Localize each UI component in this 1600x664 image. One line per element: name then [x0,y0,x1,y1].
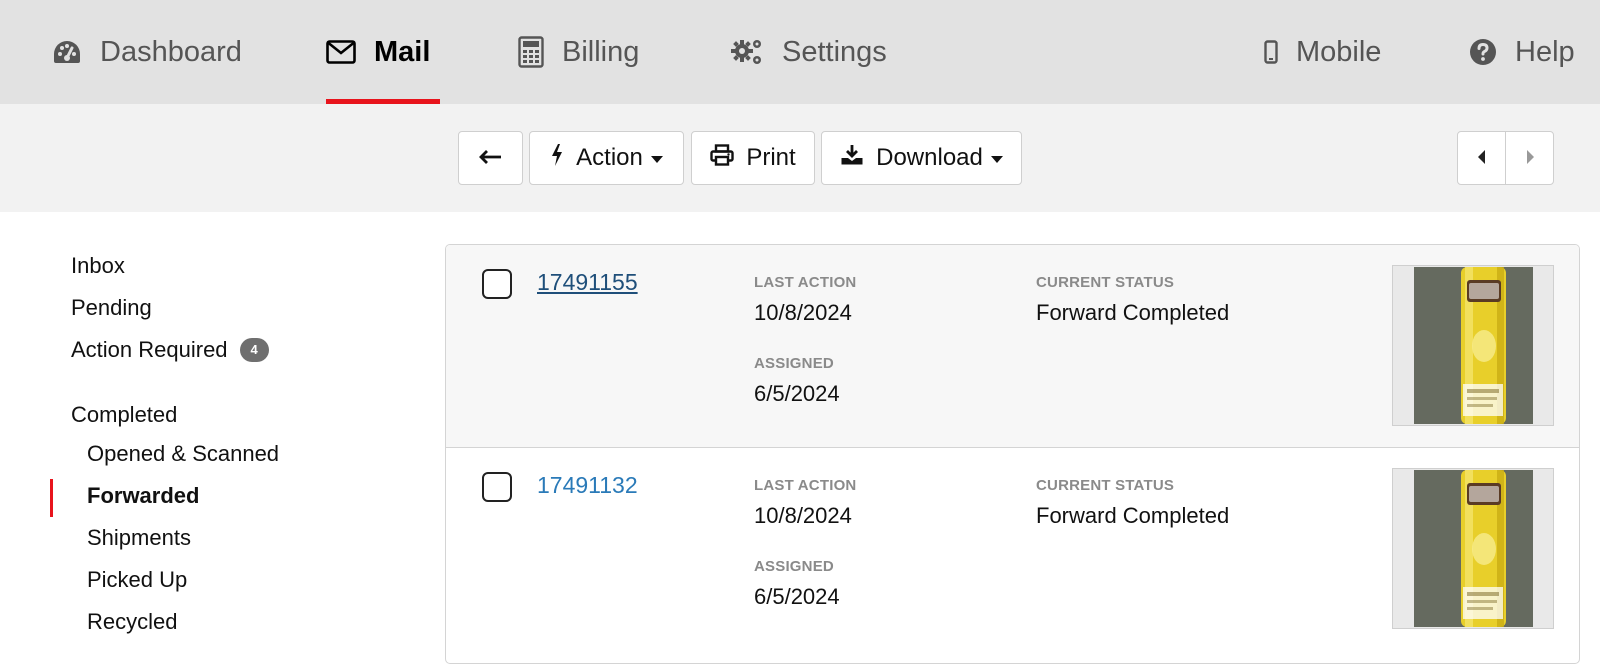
action-button-label: Action [576,144,643,171]
current-status-label: CURRENT STATUS [1036,477,1175,494]
previous-page-button[interactable] [1457,131,1506,185]
assigned-label: ASSIGNED [754,558,834,575]
sidebar-item-shipments[interactable]: Shipments [87,525,191,551]
assigned-value: 6/5/2024 [754,381,840,406]
mail-folder-sidebar: Inbox Pending Action Required 4 Complete… [0,212,440,650]
nav-dashboard[interactable]: Dashboard [52,0,242,104]
envelope-icon [326,40,356,64]
nav-dashboard-label: Dashboard [100,35,242,68]
sidebar-item-label: Action Required [71,337,228,362]
mail-item-id-link[interactable]: 17491155 [537,269,638,296]
sidebar-item-opened-scanned[interactable]: Opened & Scanned [87,441,279,467]
sidebar-item-recycled[interactable]: Recycled [87,609,177,635]
sidebar-item-forwarded[interactable]: Forwarded [87,483,199,509]
nav-help-label: Help [1515,35,1575,68]
question-circle-icon [1469,38,1497,66]
mail-scan-thumbnail[interactable] [1392,468,1554,629]
active-item-indicator [50,479,53,517]
nav-settings-label: Settings [782,35,887,68]
current-status-label: CURRENT STATUS [1036,274,1175,291]
sidebar-item-picked-up[interactable]: Picked Up [87,567,187,593]
top-navigation: Dashboard Mail Billing Settings Mobile H… [0,0,1600,104]
sidebar-item-label: Inbox [71,253,125,278]
current-status-value: Forward Completed [1036,300,1230,325]
sidebar-item-label: Forwarded [87,483,200,508]
action-dropdown-button[interactable]: Action [529,131,684,185]
chevron-down-icon [990,156,1003,163]
print-button-label: Print [746,144,796,171]
sidebar-item-label: Opened & Scanned [87,441,280,466]
last-action-label: LAST ACTION [754,274,857,291]
nav-settings[interactable]: Settings [730,0,887,104]
assigned-value: 6/5/2024 [754,584,840,609]
arrow-left-icon [478,144,503,172]
package-photo [1393,469,1553,628]
chevron-down-icon [650,156,663,163]
caret-left-icon [1477,144,1487,172]
sidebar-item-label: Picked Up [87,567,188,592]
sidebar-item-inbox[interactable]: Inbox [71,253,125,279]
print-button[interactable]: Print [691,131,815,185]
mail-item-list: 17491155 LAST ACTION 10/8/2024 ASSIGNED … [445,244,1580,664]
sidebar-item-label: Recycled [87,609,178,634]
nav-mobile-label: Mobile [1296,35,1382,68]
dashboard-gauge-icon [52,39,82,65]
nav-mobile[interactable]: Mobile [1264,0,1381,104]
gears-icon [730,37,764,67]
nav-billing[interactable]: Billing [518,0,639,104]
caret-right-icon [1525,144,1535,172]
nav-help[interactable]: Help [1469,0,1575,104]
download-dropdown-button[interactable]: Download [821,131,1022,185]
sidebar-item-completed[interactable]: Completed [71,402,177,428]
sidebar-item-pending[interactable]: Pending [71,295,152,321]
sidebar-item-label: Completed [71,402,178,427]
mail-item-id-link[interactable]: 17491132 [537,472,638,499]
back-button[interactable] [458,131,523,185]
mail-toolbar: Action Print Download [0,104,1600,212]
sidebar-item-action-required[interactable]: Action Required 4 [71,337,269,363]
count-badge: 4 [239,338,269,362]
sidebar-item-label: Pending [71,295,152,320]
select-checkbox[interactable] [482,269,512,299]
nav-mail[interactable]: Mail [326,0,440,104]
calculator-icon [518,36,544,68]
last-action-value: 10/8/2024 [754,300,852,325]
mail-scan-thumbnail[interactable] [1392,265,1554,426]
current-status-value: Forward Completed [1036,503,1230,528]
package-photo [1393,266,1553,425]
printer-icon [710,143,735,173]
assigned-label: ASSIGNED [754,355,834,372]
nav-mail-label: Mail [374,35,431,68]
download-button-label: Download [876,144,983,171]
sidebar-item-label: Shipments [87,525,191,550]
list-item[interactable]: 17491132 LAST ACTION 10/8/2024 ASSIGNED … [446,448,1579,651]
select-checkbox[interactable] [482,472,512,502]
mobile-phone-icon [1264,40,1278,64]
nav-billing-label: Billing [562,35,640,68]
download-icon [840,144,864,173]
list-item[interactable]: 17491155 LAST ACTION 10/8/2024 ASSIGNED … [446,245,1579,448]
last-action-label: LAST ACTION [754,477,857,494]
next-page-button[interactable] [1505,131,1554,185]
bolt-icon [550,143,564,174]
last-action-value: 10/8/2024 [754,503,852,528]
